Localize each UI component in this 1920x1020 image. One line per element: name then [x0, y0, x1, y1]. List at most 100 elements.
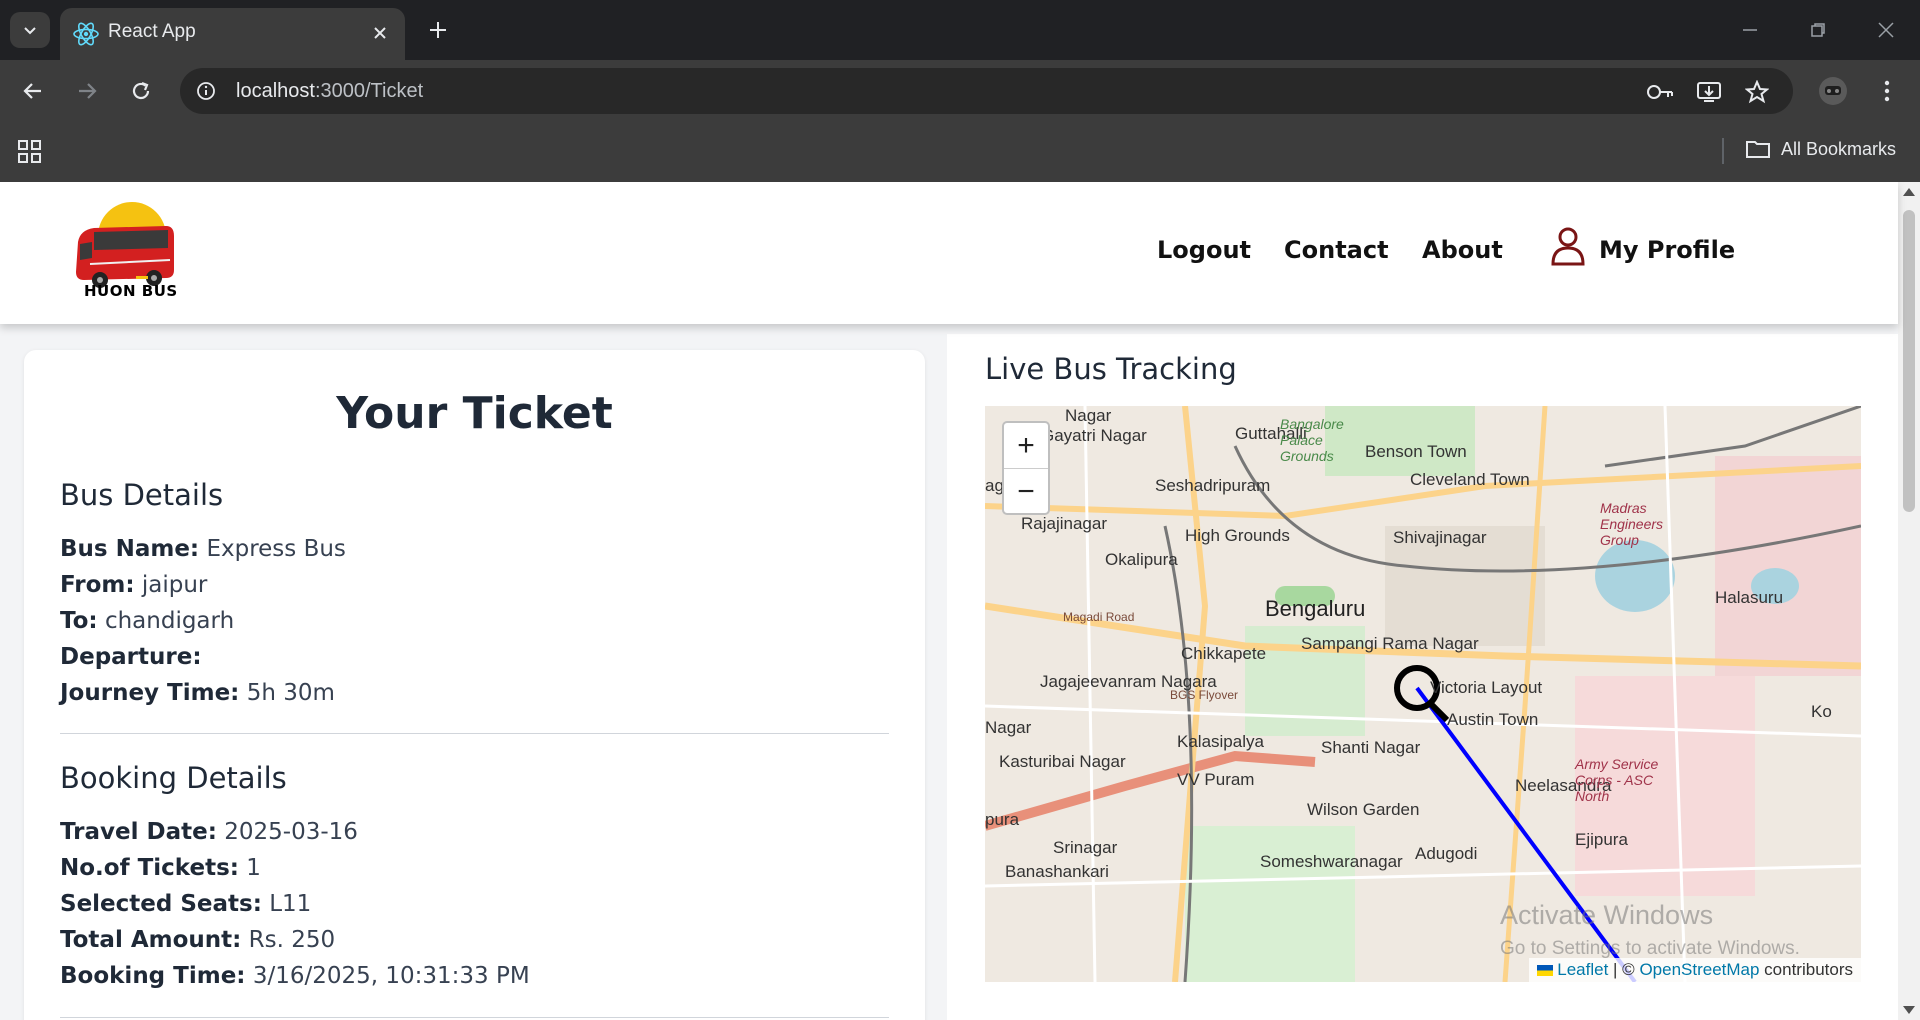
activate-windows-watermark: Activate Windows	[1500, 900, 1714, 930]
section-divider	[60, 1017, 889, 1018]
arrow-right-icon	[79, 83, 97, 99]
chevron-down-icon	[24, 27, 36, 35]
booking-time-value: 3/16/2025, 10:31:33 PM	[252, 963, 530, 989]
seats-row: Selected Seats: L11	[60, 891, 311, 917]
page-viewport: HUON BUS Logout Contact About My Profile…	[0, 182, 1920, 1020]
browser-menu-button[interactable]	[1866, 70, 1908, 112]
page-scrollbar[interactable]	[1898, 182, 1920, 1020]
minimize-button[interactable]	[1716, 0, 1784, 60]
nav-contact[interactable]: Contact	[1284, 236, 1389, 264]
more-vert-icon	[1884, 80, 1890, 102]
tickets-row: No.of Tickets: 1	[60, 855, 261, 881]
key-icon	[1647, 85, 1673, 99]
profile-avatar-button[interactable]	[1812, 70, 1854, 112]
map-place-label: Sampangi Rama Nagar	[1301, 634, 1479, 653]
new-tab-button[interactable]	[418, 12, 458, 48]
ticket-card: Your Ticket Bus Details Bus Name: Expres…	[24, 350, 925, 1020]
logo-text: HUON BUS	[84, 282, 178, 300]
scroll-up-arrow[interactable]	[1903, 188, 1915, 196]
map-place-label: High Grounds	[1185, 526, 1290, 545]
address-bar[interactable]: localhost:3000/Ticket	[180, 68, 1793, 114]
site-info-button[interactable]	[190, 75, 222, 107]
scroll-down-arrow[interactable]	[1903, 1006, 1915, 1014]
arrow-left-icon	[23, 83, 41, 99]
map-place-label: Austin Town	[1447, 710, 1539, 729]
tab-close-button[interactable]	[363, 16, 397, 50]
map-place-label: Shivajinagar	[1393, 528, 1487, 547]
restore-button[interactable]	[1784, 0, 1852, 60]
bus-name-value: Express Bus	[206, 536, 346, 562]
tracking-title: Live Bus Tracking	[985, 352, 1237, 386]
booking-time-label: Booking Time:	[60, 963, 246, 989]
nav-my-profile[interactable]: My Profile	[1599, 236, 1735, 264]
nav-logout[interactable]: Logout	[1157, 236, 1251, 264]
map-place-label: Benson Town	[1365, 442, 1467, 461]
back-button[interactable]	[12, 70, 54, 112]
all-bookmarks-label: All Bookmarks	[1781, 138, 1897, 159]
react-icon	[73, 22, 99, 46]
map-attribution: Leaflet | © OpenStreetMap contributors	[1529, 958, 1861, 982]
nav-about[interactable]: About	[1422, 236, 1503, 264]
map-place-label: Nagar	[985, 718, 1032, 737]
star-icon	[1745, 80, 1769, 104]
map-place-label: VV Puram	[1177, 770, 1255, 789]
amount-row: Total Amount: Rs. 250	[60, 927, 335, 953]
browser-tab[interactable]: React App	[60, 8, 405, 60]
to-row: To: chandigarh	[60, 608, 234, 634]
route-layer	[1394, 665, 1637, 982]
tab-search-button[interactable]	[10, 12, 50, 48]
map-place-label: BGS Flyover	[1170, 688, 1239, 702]
departure-label: Departure:	[60, 644, 202, 670]
zoom-out-button[interactable]: −	[1004, 469, 1048, 514]
map-place-label: Ko	[1811, 702, 1832, 721]
activate-windows-subtext: Go to Settings to activate Windows.	[1500, 938, 1800, 959]
map-place-label: Srinagar	[1053, 838, 1118, 857]
apps-grid-icon[interactable]	[16, 138, 44, 166]
booking-details-heading: Booking Details	[60, 761, 287, 795]
reload-button[interactable]	[120, 70, 162, 112]
map-place-label: Nagar	[1065, 406, 1112, 425]
seats-value: L11	[269, 891, 312, 917]
map-place-label: Seshadripuram	[1155, 476, 1271, 495]
attribution-separator: | ©	[1608, 960, 1640, 979]
forward-button[interactable]	[66, 70, 108, 112]
restore-icon	[1811, 23, 1825, 37]
amount-label: Total Amount:	[60, 927, 242, 953]
departure-row: Departure:	[60, 644, 202, 670]
user-icon[interactable]	[1550, 226, 1586, 266]
avatar-icon	[1819, 77, 1847, 105]
map-place-label: Banashankari	[1005, 862, 1109, 881]
all-bookmarks-button[interactable]: All Bookmarks	[1745, 138, 1896, 160]
password-manager-button[interactable]	[1645, 77, 1675, 107]
from-label: From:	[60, 572, 135, 598]
close-window-button[interactable]	[1852, 0, 1920, 60]
bookmark-star-button[interactable]	[1742, 77, 1772, 107]
tickets-label: No.of Tickets:	[60, 855, 239, 881]
map-place-label: Victoria Layout	[1430, 678, 1543, 697]
url-path: :3000/Ticket	[314, 80, 424, 102]
map-place-label: Kasturibai Nagar	[999, 752, 1126, 771]
osm-link[interactable]: OpenStreetMap	[1639, 960, 1759, 979]
zoom-control: + −	[1002, 421, 1050, 515]
minimize-icon	[1743, 29, 1757, 31]
url-host: localhost	[236, 80, 315, 102]
map-place-label: Adugodi	[1415, 844, 1478, 863]
map-place-label: Bengaluru	[1265, 596, 1366, 621]
reload-icon	[132, 81, 150, 100]
leaflet-link[interactable]: Leaflet	[1557, 960, 1608, 979]
close-icon	[374, 27, 386, 39]
scroll-thumb[interactable]	[1903, 210, 1915, 512]
install-app-button[interactable]	[1694, 77, 1724, 107]
to-value: chandigarh	[104, 608, 235, 634]
booking-time-row: Booking Time: 3/16/2025, 10:31:33 PM	[60, 963, 530, 989]
ukraine-flag-icon	[1537, 965, 1554, 977]
map-place-label: Ejipura	[1575, 830, 1628, 849]
live-map[interactable]: Nagar Gayatri Nagar Guttahalli Bangalore Pa…	[985, 406, 1861, 982]
section-divider	[60, 733, 889, 734]
attribution-tail: contributors	[1759, 960, 1853, 979]
ticket-title: Your Ticket	[336, 388, 613, 439]
zoom-in-button[interactable]: +	[1004, 423, 1048, 469]
map-place-label: Army Service Corps - ASC North	[1575, 756, 1659, 804]
journey-time-row: Journey Time: 5h 30m	[60, 680, 335, 706]
tab-title: React App	[108, 21, 196, 42]
